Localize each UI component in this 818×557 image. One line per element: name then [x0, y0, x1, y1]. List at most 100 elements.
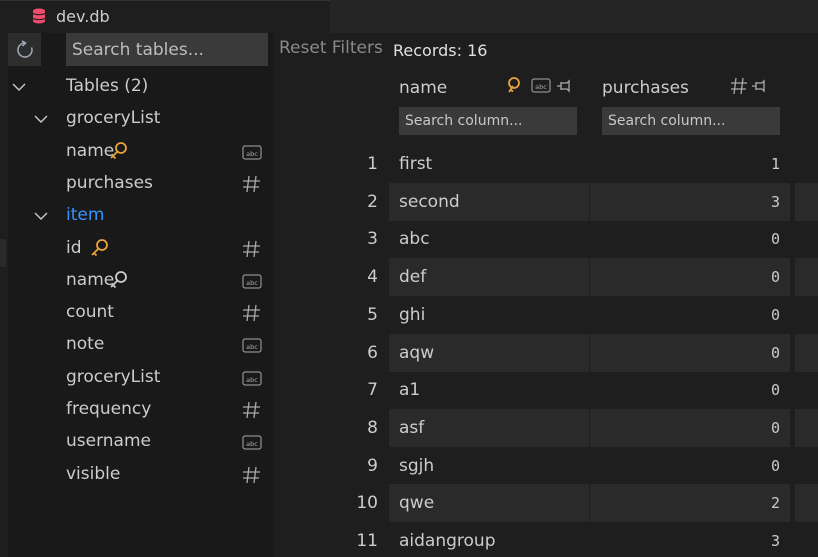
- cell-purchases[interactable]: 0: [590, 333, 790, 372]
- row-number: 1: [367, 154, 378, 174]
- cell-name[interactable]: aqw: [389, 333, 589, 372]
- text-type-icon: abc: [242, 274, 262, 289]
- column-header-icons: [731, 77, 765, 95]
- cell-value: a1: [399, 380, 421, 401]
- cell-purchases[interactable]: 0: [590, 408, 790, 447]
- data-grid: name abc purchases 1fi: [274, 68, 818, 557]
- tree-table-item[interactable]: item: [8, 202, 274, 230]
- cell-name[interactable]: ghi: [389, 296, 589, 334]
- refresh-button[interactable]: [8, 33, 41, 66]
- table-row[interactable]: 5 ghi 0: [274, 296, 818, 334]
- activity-strip: [0, 33, 8, 557]
- tree-column-count[interactable]: count: [8, 299, 274, 327]
- chevron-down-icon[interactable]: [34, 211, 48, 221]
- svg-text:abc: abc: [246, 279, 258, 287]
- tree-column-purchases[interactable]: purchases: [8, 170, 274, 198]
- row-number: 3: [367, 229, 378, 250]
- tree-column-name[interactable]: name abc: [8, 138, 274, 166]
- cell-name[interactable]: asf: [389, 408, 589, 447]
- svg-text:abc: abc: [246, 150, 258, 158]
- reset-filters-button[interactable]: Reset Filters: [279, 38, 383, 58]
- cell-purchases[interactable]: 3: [590, 522, 790, 557]
- column-header-name[interactable]: name abc: [389, 68, 589, 140]
- cell-value: 0: [770, 343, 780, 362]
- cell-value: 1: [770, 155, 780, 173]
- cell-purchases[interactable]: 0: [590, 220, 790, 258]
- cell-purchases[interactable]: 0: [590, 258, 790, 297]
- tab-bar: dev.db: [0, 0, 818, 33]
- cell-value: 0: [770, 268, 780, 287]
- tree-table-groceryList[interactable]: groceryList: [8, 105, 274, 133]
- tree-tables-root[interactable]: Tables (2): [8, 73, 274, 101]
- cell-name[interactable]: a1: [389, 371, 589, 409]
- table-sidebar: Tables (2) groceryList name abc purchases ite…: [8, 33, 274, 557]
- table-name: item: [66, 205, 105, 226]
- tree-column-note[interactable]: note abc: [8, 331, 274, 359]
- cell-filler: [795, 447, 818, 485]
- tree-column-groceryList[interactable]: groceryList abc: [8, 364, 274, 392]
- tab-dev-db[interactable]: dev.db: [0, 0, 330, 33]
- column-search-purchases[interactable]: [602, 107, 780, 135]
- row-number: 11: [356, 531, 378, 551]
- cell-name[interactable]: qwe: [389, 484, 589, 523]
- column-name: groceryList: [66, 366, 161, 387]
- column-name: visible: [66, 463, 121, 484]
- table-row[interactable]: 1 first 1: [274, 145, 818, 183]
- primary-key-icon: [110, 141, 128, 159]
- tree-column-visible[interactable]: visible: [8, 461, 274, 489]
- cell-purchases[interactable]: 0: [590, 296, 790, 334]
- cell-value: 2: [770, 494, 780, 513]
- svg-text:abc: abc: [535, 83, 547, 91]
- cell-name[interactable]: sgjh: [389, 447, 589, 485]
- text-type-icon: abc: [242, 371, 262, 386]
- row-number: 8: [367, 417, 378, 438]
- chevron-down-icon[interactable]: [34, 114, 48, 124]
- row-number: 2: [367, 191, 378, 212]
- cell-name[interactable]: first: [389, 145, 589, 183]
- cell-purchases[interactable]: 0: [590, 371, 790, 409]
- column-title: purchases: [602, 78, 689, 98]
- column-name: frequency: [66, 399, 152, 419]
- table-row[interactable]: 9 sgjh 0: [274, 447, 818, 485]
- svg-text:abc: abc: [246, 376, 258, 384]
- cell-filler: [795, 296, 818, 334]
- tree-column-name[interactable]: name abc: [8, 267, 274, 295]
- cell-name[interactable]: def: [389, 258, 589, 297]
- tree-column-id[interactable]: id: [8, 235, 274, 263]
- table-row[interactable]: 2 second 3: [274, 182, 818, 221]
- cell-name[interactable]: second: [389, 182, 589, 221]
- column-name: name: [66, 140, 115, 161]
- cell-purchases[interactable]: 3: [590, 182, 790, 221]
- cell-value: 0: [770, 456, 780, 475]
- text-type-icon: abc: [242, 435, 262, 450]
- cell-value: 0: [770, 230, 780, 249]
- cell-value: second: [399, 191, 460, 212]
- table-row[interactable]: 6 aqw 0: [274, 333, 818, 372]
- cell-filler: [795, 258, 818, 297]
- cell-filler: [795, 371, 818, 409]
- table-row[interactable]: 10 qwe 2: [274, 484, 818, 523]
- table-row[interactable]: 4 def 0: [274, 258, 818, 297]
- tree-column-username[interactable]: username abc: [8, 428, 274, 456]
- column-header-purchases[interactable]: purchases: [590, 68, 790, 140]
- table-row[interactable]: 3 abc 0: [274, 220, 818, 258]
- cell-value: asf: [399, 417, 425, 438]
- database-icon: [32, 8, 46, 24]
- table-row[interactable]: 7 a1 0: [274, 371, 818, 409]
- column-search-name[interactable]: [399, 107, 577, 135]
- cell-purchases[interactable]: 1: [590, 145, 790, 183]
- search-tables-input[interactable]: [66, 33, 268, 66]
- tree-column-frequency[interactable]: frequency: [8, 396, 274, 424]
- strip-marker: [0, 239, 6, 267]
- table-row[interactable]: 11 aidangroup 3: [274, 522, 818, 557]
- cell-name[interactable]: abc: [389, 220, 589, 258]
- cell-filler: [795, 408, 818, 447]
- column-name: username: [66, 431, 151, 452]
- cell-name[interactable]: aidangroup: [389, 522, 589, 557]
- table-row[interactable]: 8 asf 0: [274, 408, 818, 447]
- chevron-down-icon[interactable]: [12, 82, 26, 92]
- tables-heading: Tables (2): [66, 76, 149, 96]
- cell-purchases[interactable]: 0: [590, 447, 790, 485]
- cell-purchases[interactable]: 2: [590, 484, 790, 523]
- cell-value: aidangroup: [399, 531, 496, 551]
